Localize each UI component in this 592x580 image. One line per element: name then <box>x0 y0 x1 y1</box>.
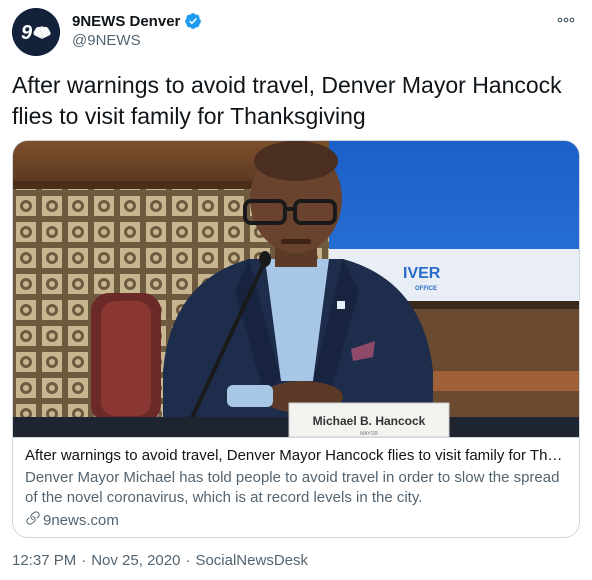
tweet-header: 9 9NEWS Denver @9NEWS <box>12 8 580 56</box>
display-name[interactable]: 9NEWS Denver <box>72 13 180 30</box>
tweet-text: After warnings to avoid travel, Denver M… <box>12 72 562 129</box>
nameplate-text: Michael B. Hancock <box>313 414 426 428</box>
link-preview-card[interactable]: IVER OFFICE Michael B. Hancock MAYOR Aft… <box>12 140 580 538</box>
handle[interactable]: @9NEWS <box>72 32 141 49</box>
avatar[interactable]: 9 <box>12 8 60 56</box>
avatar-text: 9 <box>21 22 33 44</box>
screen-subtext: OFFICE <box>415 286 437 292</box>
card-domain[interactable]: 9news.com <box>25 510 567 532</box>
tweet-time[interactable]: 12:37 PM <box>12 552 76 569</box>
name-row: 9NEWS Denver <box>72 12 202 30</box>
more-options-icon[interactable] <box>554 10 578 30</box>
tweet-meta: 12:37 PM · Nov 25, 2020 · SocialNewsDesk <box>12 552 308 569</box>
card-title[interactable]: After warnings to avoid travel, Denver M… <box>25 446 567 466</box>
card-description: Denver Mayor Michael has told people to … <box>25 469 560 506</box>
9news-logo-icon: 9 <box>12 8 60 56</box>
link-icon <box>25 510 41 532</box>
tweet-source[interactable]: SocialNewsDesk <box>195 552 308 569</box>
screen-text: IVER <box>403 265 441 282</box>
meta-separator: · <box>81 552 87 569</box>
verified-badge-icon <box>184 12 202 30</box>
card-image[interactable]: IVER OFFICE Michael B. Hancock MAYOR <box>13 141 579 438</box>
card-domain-text[interactable]: 9news.com <box>43 511 119 531</box>
card-body[interactable]: After warnings to avoid travel, Denver M… <box>13 437 579 537</box>
meta-separator: · <box>185 552 191 569</box>
tweet-date[interactable]: Nov 25, 2020 <box>91 552 180 569</box>
